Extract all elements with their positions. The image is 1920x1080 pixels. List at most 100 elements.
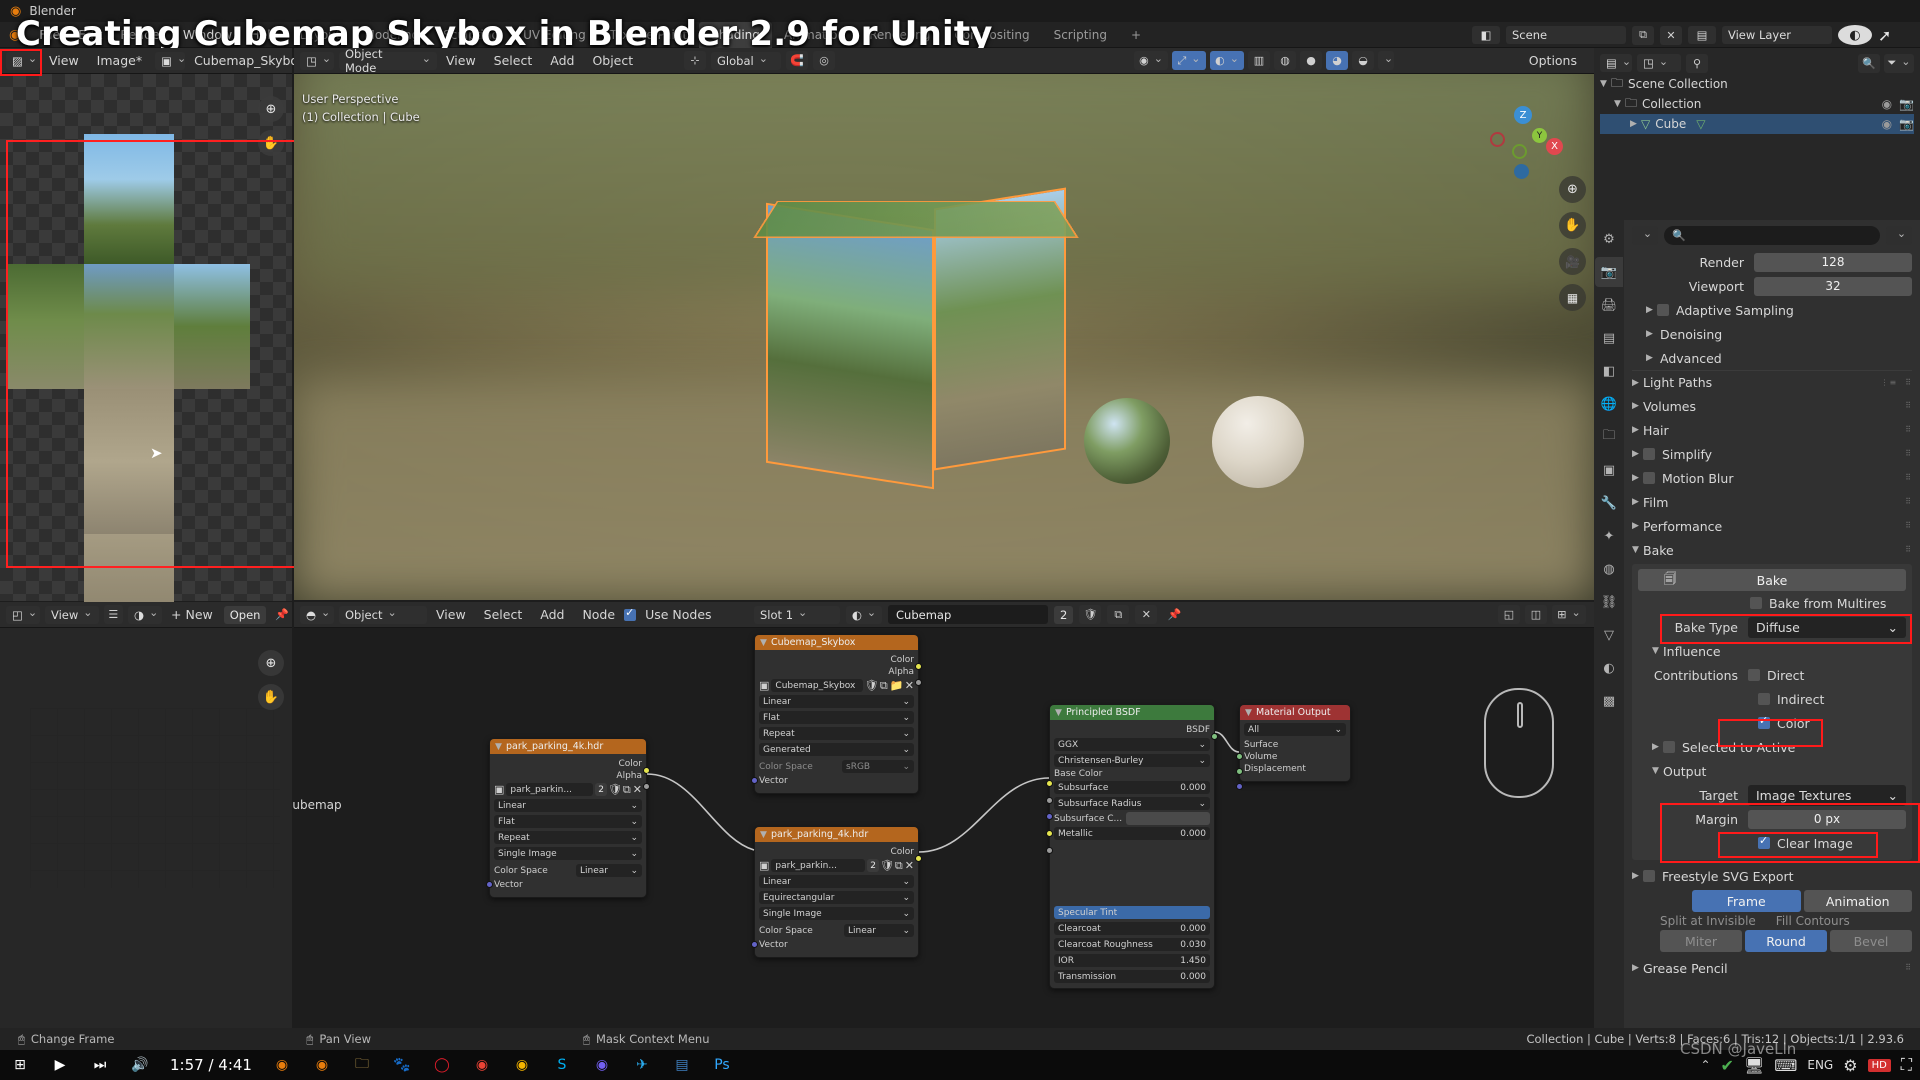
drag-grip-icon[interactable]: ⠿	[1905, 546, 1912, 554]
freestyle-join-round[interactable]: Round	[1745, 930, 1827, 952]
wireframe-icon[interactable]: ◍	[1274, 51, 1296, 70]
node-sss-method-field[interactable]: Christensen-Burley ⌄	[1054, 754, 1210, 767]
node-source-field[interactable]: Single Image ⌄	[759, 907, 914, 920]
search-input[interactable]: 🔍	[1664, 226, 1880, 245]
shield-icon[interactable]: 🛡	[880, 859, 894, 872]
drag-grip-icon[interactable]: ⠿	[1905, 964, 1912, 972]
folder-icon[interactable]: 📁	[889, 679, 903, 692]
gizmo-axis-y[interactable]: Y	[1532, 128, 1547, 143]
node-param-clearcoat[interactable]: Clearcoat 0.000	[1054, 922, 1210, 935]
properties-tab-object[interactable]: ▣	[1595, 455, 1623, 485]
socket-volume-in[interactable]	[1236, 768, 1243, 775]
sampling-viewport-value[interactable]: 32	[1754, 276, 1912, 296]
app-icon[interactable]: ▤	[662, 1050, 702, 1080]
bake-type-selector[interactable]: Diffuse ⌄	[1748, 616, 1906, 638]
copy-icon[interactable]: ⧉	[894, 859, 903, 872]
section-motion-blur[interactable]: ▶ Motion Blur ⠿	[1632, 466, 1912, 490]
shader-editor-icon[interactable]: ◓	[300, 605, 334, 624]
timeline-view-menu[interactable]: View	[45, 605, 99, 624]
node-image-field[interactable]: park_parkin...	[771, 859, 866, 872]
socket-vector-in[interactable]	[751, 777, 758, 784]
chevron-up-icon[interactable]: ⌃	[1700, 1058, 1710, 1072]
outliner[interactable]: ▤ ◳ ⚲ 🔍 ⏷ ▼ 🗀 Scene Collection ▼ 🗀 Colle…	[1594, 48, 1920, 220]
section-performance[interactable]: ▶ Performance ⠿	[1632, 514, 1912, 538]
add-workspace-button[interactable]: +	[1119, 22, 1153, 48]
node-param-clearcoat-roughness[interactable]: Clearcoat Roughness 0.030	[1054, 938, 1210, 951]
node-source-field[interactable]: Generated ⌄	[759, 743, 914, 756]
socket-vector-in[interactable]	[751, 941, 758, 948]
section-simplify[interactable]: ▶ Simplify ⠿	[1632, 442, 1912, 466]
zoom-icon[interactable]: ⊕	[258, 650, 284, 676]
sampling-render-value[interactable]: 128	[1754, 252, 1912, 272]
shading-dropdown-icon[interactable]	[1378, 51, 1394, 70]
hide-icon[interactable]: ◉	[1882, 117, 1892, 131]
drag-grip-icon[interactable]: ⠿	[1905, 402, 1912, 410]
check-icon[interactable]: ✔	[1721, 1056, 1734, 1075]
socket-color-out[interactable]	[915, 663, 922, 670]
options-menu[interactable]: Options	[1520, 50, 1586, 72]
timeline-icon[interactable]: ◰	[6, 605, 40, 624]
image-icon[interactable]: ▣	[759, 679, 770, 692]
socket-bsdf-out[interactable]	[1211, 733, 1218, 740]
viewlayer-toggle-icon[interactable]: ◐	[1838, 25, 1872, 45]
section-light-paths[interactable]: ▶ Light Paths ⋮≡ ⠿	[1632, 370, 1912, 394]
drag-grip-icon[interactable]: ⠿	[1905, 426, 1912, 434]
node-source-field[interactable]: Single Image ⌄	[494, 847, 642, 860]
socket-color-out[interactable]	[643, 767, 650, 774]
bake-button[interactable]: 🗐 Bake	[1638, 569, 1906, 591]
node-projection-field[interactable]: Flat ⌄	[759, 711, 914, 724]
properties-tab-material[interactable]: ◐	[1595, 653, 1623, 683]
node-header[interactable]: ▼ park_parking_4k.hdr	[755, 827, 918, 842]
scene-icon[interactable]: ◧	[1472, 26, 1500, 44]
uv-menu-view[interactable]: View	[40, 50, 88, 72]
node-param-specular-tint[interactable]: Specular Tint	[1054, 906, 1210, 919]
section-hair[interactable]: ▶ Hair ⠿	[1632, 418, 1912, 442]
uv-menu-image[interactable]: Image*	[88, 50, 151, 72]
section-grease-pencil[interactable]: ▶ Grease Pencil ⠿	[1632, 956, 1912, 980]
cube-object[interactable]	[753, 187, 1079, 508]
hide-icon[interactable]: ◉	[1882, 97, 1892, 111]
folder-icon[interactable]: 🗀	[342, 1050, 382, 1080]
node-header[interactable]: ▼ Principled BSDF	[1050, 705, 1214, 720]
properties-tab-scene[interactable]: ◧	[1595, 356, 1623, 386]
node-interpolation-field[interactable]: Linear ⌄	[759, 875, 914, 888]
properties-tab-render[interactable]: 📷	[1595, 257, 1623, 287]
node-park-parking-a[interactable]: ▼ park_parking_4k.hdr Color Alpha ▣ park_…	[486, 738, 650, 898]
margin-value[interactable]: 0 px	[1748, 809, 1906, 829]
node-param-sss-radius[interactable]: Subsurface Radius ⌄	[1054, 797, 1210, 810]
node-colorspace-field[interactable]: Linear ⌄	[844, 924, 914, 937]
properties-tab-tool[interactable]: ⚙	[1595, 224, 1623, 254]
workspace-scripting[interactable]: Scripting	[1042, 22, 1119, 48]
open-button[interactable]: Open	[223, 605, 267, 624]
bake-from-multires-checkbox[interactable]	[1750, 597, 1762, 609]
properties-tab-collection[interactable]: 🗀	[1595, 422, 1623, 452]
node-param-transmission[interactable]: Transmission 0.000	[1054, 970, 1210, 983]
material-preview-icon[interactable]: ◕	[1326, 51, 1348, 70]
node-image-field[interactable]: park_parkin...	[506, 783, 594, 796]
telegram-icon[interactable]: ✈	[622, 1050, 662, 1080]
motion-blur-checkbox[interactable]	[1643, 472, 1655, 484]
selected-to-active-checkbox[interactable]	[1663, 741, 1675, 753]
viewport-menu-add[interactable]: Add	[541, 50, 583, 72]
node-users-count[interactable]: 2	[867, 859, 879, 872]
viewport-menu-object[interactable]: Object	[583, 50, 642, 72]
disable-render-icon[interactable]: 📷	[1899, 97, 1914, 111]
node-menu-add[interactable]: Add	[531, 604, 573, 626]
close-icon[interactable]: ✕	[904, 859, 914, 872]
properties-tab-particles[interactable]: ✦	[1595, 521, 1623, 551]
pin-icon[interactable]: 📌	[272, 605, 292, 624]
sampling-viewport-row[interactable]: Viewport 32	[1632, 274, 1912, 298]
use-nodes-checkbox[interactable]	[624, 606, 637, 621]
viewlayer-icon[interactable]: ▤	[1688, 26, 1716, 44]
contribution-indirect-checkbox[interactable]	[1758, 693, 1770, 705]
contribution-direct-checkbox[interactable]	[1748, 669, 1760, 681]
shader-type-selector[interactable]: Object	[339, 605, 427, 624]
material-users-count[interactable]: 2	[1054, 605, 1074, 624]
viewport-menu-view[interactable]: View	[437, 50, 485, 72]
timeline-canvas[interactable]: ⊕ ✋	[0, 628, 292, 1028]
delete-scene-button[interactable]: ✕	[1660, 25, 1682, 45]
image-icon[interactable]: ▣	[494, 783, 505, 796]
node-extension-field[interactable]: Repeat ⌄	[494, 831, 642, 844]
zoom-icon[interactable]: ⊕	[1559, 176, 1586, 203]
socket-sss-color-in[interactable]	[1046, 830, 1053, 837]
